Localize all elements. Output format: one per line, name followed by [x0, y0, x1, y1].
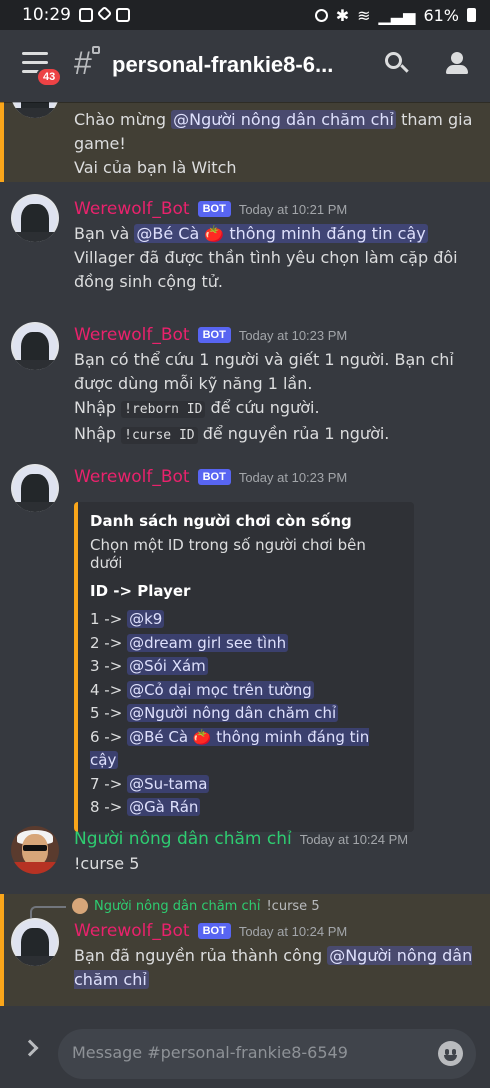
- mention[interactable]: @Người nông dân chăm chỉ: [127, 704, 339, 722]
- reply-text: !curse 5: [266, 898, 320, 914]
- player-row: 4 -> @Cỏ dại mọc trên tường: [90, 680, 314, 699]
- battery-icon: [467, 8, 476, 22]
- message-composer: [0, 1010, 490, 1088]
- username[interactable]: Người nông dân chăm chỉ: [74, 829, 292, 849]
- mention[interactable]: @Người nông dân chăm chỉ: [171, 110, 396, 129]
- members-button[interactable]: [444, 52, 472, 76]
- status-bar: 10:29 ✱ ≋ ▁▃▅ 61%: [0, 0, 490, 30]
- player-row: 2 -> @dream girl see tình: [90, 633, 289, 652]
- channel-header: 43 # personal-frankie8-6...: [0, 30, 490, 102]
- embed-description: Chọn một ID trong số người chơi bên dưới: [90, 536, 366, 572]
- embed-field-name: ID -> Player: [90, 582, 191, 600]
- battery-level: 61%: [423, 5, 459, 25]
- bot-avatar[interactable]: [11, 322, 59, 370]
- player-row: 8 -> @Gà Rán: [90, 798, 201, 816]
- player-row: 6 -> @Bé Cà 🍅 thông minh đáng tin cậy: [90, 727, 370, 769]
- bot-tag: BOT: [197, 201, 231, 217]
- bot-avatar[interactable]: [11, 102, 59, 118]
- instagram-icon: [79, 8, 93, 22]
- message-item[interactable]: Werewolf_Bot BOT Today at 10:23 PM Bạn c…: [0, 312, 490, 454]
- clock: 10:29: [22, 5, 71, 25]
- embed-title: Danh sách người chơi còn sống: [90, 512, 352, 530]
- mention[interactable]: @Su-tama: [127, 774, 210, 793]
- timestamp: Today at 10:24 PM: [238, 923, 348, 939]
- reply-reference[interactable]: Người nông dân chăm chỉ !curse 5: [30, 896, 480, 918]
- mention[interactable]: @k9: [127, 610, 165, 628]
- inline-code: !curse ID: [121, 427, 198, 444]
- player-row: 1 -> @k9: [90, 610, 165, 628]
- message-welcome[interactable]: Chào mừng @Người nông dân chăm chỉ tham …: [0, 102, 490, 182]
- bot-tag: BOT: [197, 327, 231, 343]
- member-icon: [451, 52, 463, 64]
- username[interactable]: Werewolf_Bot: [74, 921, 190, 941]
- bluetooth-icon: ✱: [335, 5, 350, 25]
- mention[interactable]: @Sói Xám: [127, 657, 208, 675]
- chevron-right-icon[interactable]: [21, 1039, 39, 1057]
- message-input-box[interactable]: [58, 1029, 476, 1079]
- player-list-embed: Danh sách người chơi còn sống Chọn một I…: [74, 502, 414, 832]
- bot-avatar[interactable]: [11, 464, 59, 512]
- bot-tag: BOT: [197, 923, 231, 939]
- username[interactable]: Werewolf_Bot: [74, 325, 190, 345]
- username[interactable]: Werewolf_Bot: [74, 467, 190, 487]
- mention[interactable]: @Cỏ dại mọc trên tường: [127, 680, 314, 699]
- message-list[interactable]: Chào mừng @Người nông dân chăm chỉ tham …: [0, 102, 490, 1010]
- bot-avatar[interactable]: [11, 194, 59, 242]
- sunglasses-icon: [23, 845, 47, 851]
- timestamp: Today at 10:23 PM: [238, 327, 348, 343]
- reply-username: Người nông dân chăm chỉ: [94, 898, 261, 914]
- message-item[interactable]: Werewolf_Bot BOT Today at 10:21 PM Bạn v…: [0, 182, 490, 312]
- emoji-icon[interactable]: [438, 1041, 463, 1066]
- notification-icon: [116, 8, 130, 22]
- wifi-icon: ≋: [357, 5, 371, 25]
- bot-avatar[interactable]: [11, 918, 59, 966]
- message-input[interactable]: [72, 1043, 422, 1062]
- channel-title[interactable]: personal-frankie8-6...: [112, 52, 333, 78]
- search-button[interactable]: [385, 52, 409, 76]
- timestamp: Today at 10:23 PM: [238, 469, 348, 485]
- unread-badge: 43: [36, 67, 63, 87]
- username[interactable]: Werewolf_Bot: [74, 199, 190, 219]
- mention[interactable]: @Gà Rán: [127, 798, 201, 816]
- message-reply[interactable]: Người nông dân chăm chỉ !curse 5 Werewol…: [0, 894, 490, 1006]
- signal-icon: ▁▃▅: [378, 5, 416, 25]
- player-row: 7 -> @Su-tama: [90, 774, 210, 793]
- alarm-icon: [314, 8, 328, 22]
- message-item[interactable]: Người nông dân chăm chỉ Today at 10:24 P…: [0, 824, 490, 894]
- mention[interactable]: @Bé Cà 🍅 thông minh đáng tin cậy: [90, 727, 370, 769]
- channel-hash-icon: #: [74, 45, 92, 81]
- player-row: 5 -> @Người nông dân chăm chỉ: [90, 704, 339, 722]
- user-avatar[interactable]: [11, 826, 59, 874]
- reply-avatar: [72, 898, 88, 914]
- player-row: 3 -> @Sói Xám: [90, 657, 208, 675]
- mention[interactable]: @dream girl see tình: [127, 633, 289, 652]
- timestamp: Today at 10:24 PM: [299, 831, 409, 847]
- inline-code: !reborn ID: [121, 401, 206, 418]
- app-icon: [96, 5, 113, 22]
- timestamp: Today at 10:21 PM: [238, 201, 348, 217]
- mention[interactable]: @Bé Cà 🍅 thông minh đáng tin cậy: [134, 224, 428, 243]
- lock-icon: [92, 46, 100, 54]
- message-item[interactable]: Werewolf_Bot BOT Today at 10:23 PM Danh …: [0, 454, 490, 832]
- bot-tag: BOT: [197, 469, 231, 485]
